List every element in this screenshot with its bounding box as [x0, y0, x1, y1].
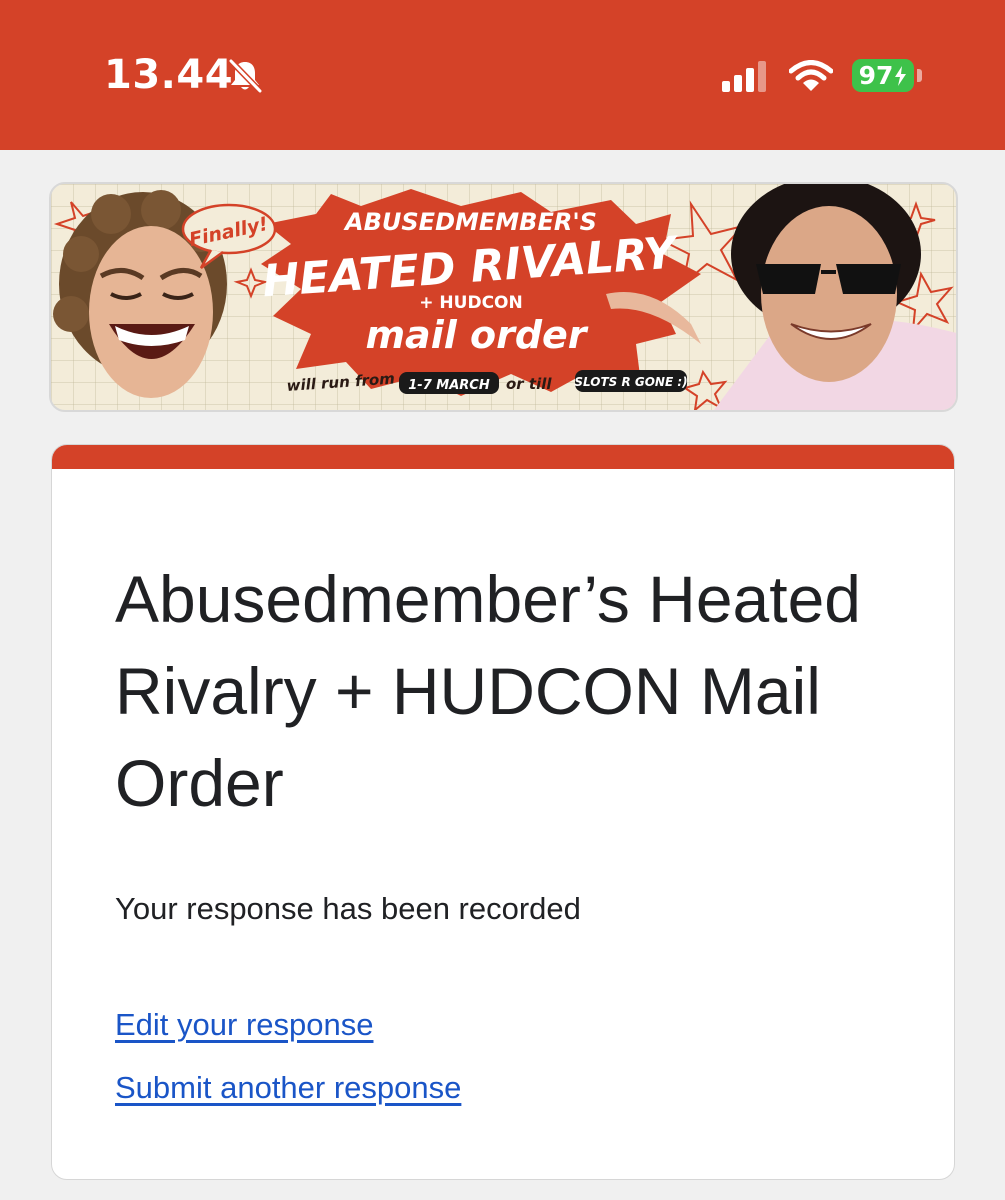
banner-footer-suffix: SLOTS R GONE :)	[574, 375, 687, 389]
cellular-signal-icon	[722, 61, 766, 92]
form-header-banner: Finally! ABUSEDMEMBER'S HEATED RIVALRY +…	[49, 182, 958, 412]
status-bar: 13.44 97	[0, 0, 1005, 150]
banner-line3: + HUDCON	[419, 293, 522, 313]
banner-footer-middle: or till	[506, 375, 552, 393]
status-time: 13.44	[104, 52, 234, 98]
battery-charging-icon: 97	[852, 59, 914, 92]
battery-nub	[917, 69, 922, 82]
bolt-icon	[895, 65, 907, 86]
banner-line1: ABUSEDMEMBER'S	[343, 208, 597, 236]
battery-percent: 97	[858, 61, 894, 90]
banner-footer-prefix: will run from	[286, 369, 395, 395]
confirmation-message: Your response has been recorded	[115, 891, 581, 926]
bell-slash-icon	[228, 58, 263, 94]
submit-another-response-link[interactable]: Submit another response	[115, 1070, 461, 1106]
wifi-icon	[789, 60, 833, 91]
form-title: Abusedmember’s Heated Rivalry + HUDCON M…	[115, 562, 861, 820]
banner-artwork: Finally! ABUSEDMEMBER'S HEATED RIVALRY +…	[53, 184, 956, 410]
edit-response-link[interactable]: Edit your response	[115, 1007, 373, 1043]
banner-footer-dates: 1-7 MARCH	[408, 378, 490, 393]
card-accent-bar	[52, 445, 954, 469]
response-card: Abusedmember’s Heated Rivalry + HUDCON M…	[51, 444, 955, 1180]
banner-line4: mail order	[365, 313, 588, 357]
